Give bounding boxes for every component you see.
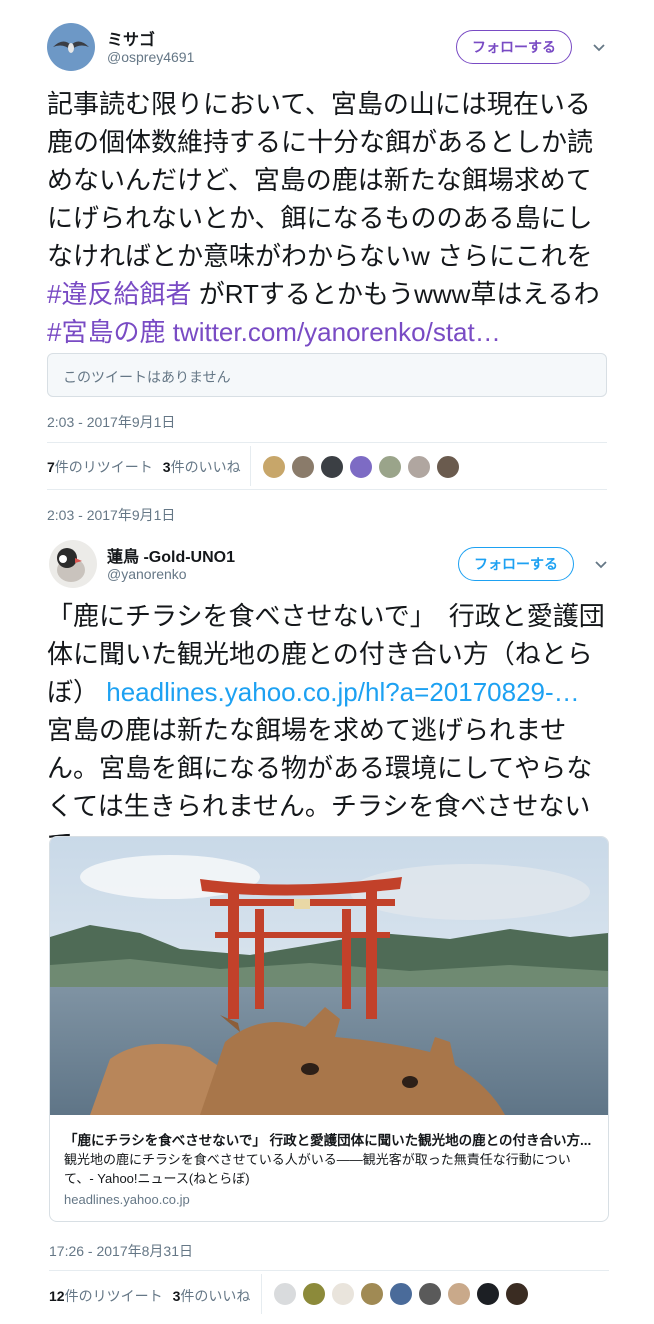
bird-avatar-image <box>49 540 97 588</box>
avatar[interactable] <box>349 455 373 479</box>
avatar[interactable] <box>389 1282 413 1306</box>
avatar[interactable] <box>320 455 344 479</box>
display-name[interactable]: 蓮鳥 -Gold-UNO1 <box>107 543 235 567</box>
divider <box>49 1270 609 1271</box>
follow-button[interactable]: フォローする <box>458 547 574 581</box>
torii-deer-photo <box>50 837 608 1115</box>
avatar[interactable] <box>291 455 315 479</box>
tweet-text: 記事読む限りにおいて、宮島の山には現在いる鹿の個体数維持するに十分な餌があるとし… <box>47 85 612 351</box>
hashtag-link[interactable]: #違反給餌者 <box>47 279 191 309</box>
tweet-osprey: ミサゴ @osprey4691 フォローする 記事読む限りにおいて、宮島の山には… <box>0 0 654 500</box>
avatar[interactable] <box>505 1282 529 1306</box>
avatar[interactable] <box>436 455 460 479</box>
avatar[interactable] <box>262 455 286 479</box>
link-card[interactable]: 「鹿にチラシを食べさせないで」 行政と愛護団体に聞いた観光地の鹿との付き合い方.… <box>49 836 609 1222</box>
handle[interactable]: @osprey4691 <box>107 49 194 65</box>
divider <box>47 489 607 490</box>
card-title[interactable]: 「鹿にチラシを食べさせないで」 行政と愛護団体に聞いた観光地の鹿との付き合い方.… <box>64 1129 594 1149</box>
avatar[interactable] <box>447 1282 471 1306</box>
retweet-label[interactable]: 件のリツイート <box>65 1286 163 1306</box>
avatar-osprey[interactable] <box>47 23 95 71</box>
avatar[interactable] <box>302 1282 326 1306</box>
avatar[interactable] <box>273 1282 297 1306</box>
avatar[interactable] <box>418 1282 442 1306</box>
osprey-avatar-image <box>47 23 95 71</box>
avatar[interactable] <box>360 1282 384 1306</box>
hashtag-link[interactable]: #宮島の鹿 <box>47 317 165 347</box>
liker-avatars <box>273 1282 534 1306</box>
tweet-text-part: 記事読む限りにおいて、宮島の山には現在いる鹿の個体数維持するに十分な餌があるとし… <box>47 89 594 271</box>
card-description: 観光地の鹿にチラシを食べさせている人がいる――観光客が取った無責任な行動について… <box>64 1152 571 1186</box>
card-domain: headlines.yahoo.co.jp <box>64 1192 190 1207</box>
url-link[interactable]: twitter.com/yanorenko/stat… <box>173 317 501 347</box>
timestamp[interactable]: 2:03 - 2017年9月1日 <box>47 412 175 432</box>
chevron-down-icon[interactable] <box>589 38 609 58</box>
chevron-down-icon[interactable] <box>591 555 611 575</box>
handle[interactable]: @yanorenko <box>107 566 187 582</box>
display-name[interactable]: ミサゴ <box>107 26 155 50</box>
timestamp[interactable]: 17:26 - 2017年8月31日 <box>49 1241 193 1261</box>
avatar[interactable] <box>407 455 431 479</box>
tweet-text: 「鹿にチラシを食べさせないで」 行政と愛護団体に聞いた観光地の鹿との付き合い方（… <box>47 597 609 863</box>
tweet-text-part: がRTするとかもうwww草はえるわ <box>191 279 600 309</box>
retweet-count[interactable]: 12 <box>49 1288 65 1304</box>
like-label[interactable]: 件のいいね <box>180 1286 250 1306</box>
url-link[interactable]: headlines.yahoo.co.jp/hl?a=20170829-… <box>106 677 579 707</box>
avatar[interactable] <box>378 455 402 479</box>
like-label[interactable]: 件のいいね <box>171 457 241 477</box>
retweet-count[interactable]: 7 <box>47 459 55 475</box>
reply-timestamp[interactable]: 2:03 - 2017年9月1日 <box>47 505 175 525</box>
like-count[interactable]: 3 <box>163 459 171 475</box>
divider <box>250 446 251 486</box>
engagement-stats: 7 件のリツイート 3 件のいいね <box>47 457 241 477</box>
follow-button[interactable]: フォローする <box>456 30 572 64</box>
divider <box>47 442 607 443</box>
liker-avatars <box>262 455 465 479</box>
avatar[interactable] <box>331 1282 355 1306</box>
divider <box>261 1274 262 1314</box>
tweet-yanorenko: 蓮鳥 -Gold-UNO1 @yanorenko フォローする 「鹿にチラシを食… <box>0 530 654 1324</box>
engagement-stats: 12 件のリツイート 3 件のいいね <box>49 1286 250 1306</box>
avatar-yanorenko[interactable] <box>49 540 97 588</box>
unavailable-quote: このツイートはありません <box>47 353 607 397</box>
like-count[interactable]: 3 <box>173 1288 181 1304</box>
avatar[interactable] <box>476 1282 500 1306</box>
retweet-label[interactable]: 件のリツイート <box>55 457 153 477</box>
